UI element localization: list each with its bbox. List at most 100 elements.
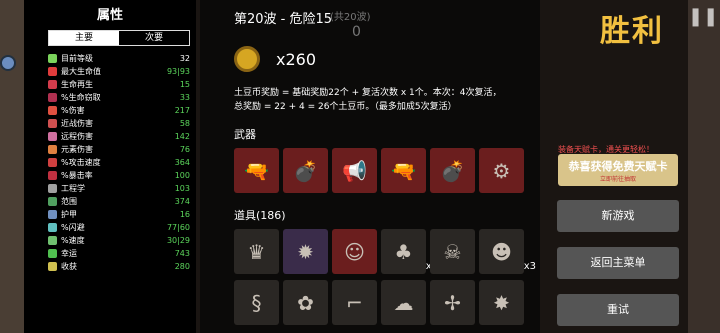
tab-primary[interactable]: 主要 [49, 31, 119, 45]
luck-icon [48, 249, 57, 258]
item-slot[interactable]: ✿ [283, 280, 328, 325]
item-count: x3 [523, 261, 536, 272]
item-slot[interactable]: ♣x6 [381, 229, 438, 274]
tab-secondary[interactable]: 次要 [119, 31, 189, 45]
stat-label: 近战伤害 [61, 119, 93, 128]
rocket-launcher-icon: 💣 [440, 158, 465, 183]
promo-button-sublabel: 立即前往抽取 [599, 176, 636, 183]
stat-row: 生命再生 15 [24, 78, 196, 91]
stat-value: 280 [174, 262, 190, 271]
item-slot[interactable]: § [234, 280, 279, 325]
stat-label: %闪避 [61, 223, 85, 232]
item-slot[interactable]: ☠ [430, 229, 475, 274]
ghost-icon: ☁ [393, 290, 414, 315]
stat-label: 幸运 [61, 249, 77, 258]
elemental-icon [48, 145, 57, 154]
stat-value: 33 [179, 93, 190, 102]
main-menu-button[interactable]: 返回主菜单 [557, 247, 679, 279]
weapon-slot[interactable]: ⚙ [479, 148, 524, 193]
stat-label: 生命再生 [61, 80, 93, 89]
item-slot[interactable]: ☻ x3 [479, 229, 536, 274]
potato-coin-icon [234, 46, 260, 72]
crit-icon [48, 171, 57, 180]
stat-row: 收获 280 [24, 260, 196, 273]
background-right [688, 0, 720, 333]
stat-row: %生命窃取 33 [24, 91, 196, 104]
coin-reward: x260 [234, 44, 540, 74]
item-slot[interactable]: ✹ [283, 229, 328, 274]
stat-value: 32 [179, 54, 190, 63]
weapon-slot[interactable]: 📢 [332, 148, 377, 193]
megaphone-icon: 📢 [342, 158, 367, 183]
item-slot[interactable]: ✸ [479, 280, 524, 325]
snake-icon: § [251, 290, 262, 315]
stat-value: 217 [174, 106, 190, 115]
stat-label: %速度 [61, 236, 85, 245]
stat-label: 最大生命值 [61, 67, 101, 76]
lifesteal-icon [48, 93, 57, 102]
stat-label: 收获 [61, 262, 77, 271]
stats-panel: 属性 主要 次要 目前等级 32 最大生命值 93|93 生命再生 15 %生命窃取 33 %伤… [24, 0, 196, 333]
item-slot[interactable]: ♛ [234, 229, 279, 274]
range-icon [48, 197, 57, 206]
results-panel: 第20波 - 危险15 x260 土豆币奖励 = 基础奖励22个 + 复活次数 … [200, 0, 540, 333]
weapon-slot[interactable]: 🔫 [234, 148, 279, 193]
free-talent-card-button[interactable]: 恭喜获得免费天赋卡 立即前往抽取 [558, 154, 678, 186]
item-slot[interactable]: ☁ [381, 280, 426, 325]
reward-line-1: 土豆币奖励 = 基础奖励22个 + 复活次数 x 1个。本次：4次复活， [234, 88, 502, 98]
ghost-mask-icon: ☠ [443, 239, 462, 264]
stat-label: %生命窃取 [61, 93, 101, 102]
stat-row: 幸运 743 [24, 247, 196, 260]
stats-title: 属性 [96, 8, 123, 23]
weapon-slot[interactable]: 💣 [430, 148, 475, 193]
item-slot[interactable]: ✢ [430, 280, 475, 325]
blaster-icon: 🔫 [391, 158, 416, 183]
stat-value: 30|29 [166, 236, 190, 245]
stat-row: 目前等级 32 [24, 52, 196, 65]
stat-row: 近战伤害 58 [24, 117, 196, 130]
stat-row: %速度 30|29 [24, 234, 196, 247]
stat-label: 目前等级 [61, 54, 93, 63]
stat-value: 15 [179, 80, 190, 89]
weapon-slot[interactable]: 💣 [283, 148, 328, 193]
stat-value: 77|60 [166, 223, 190, 232]
clown-face-icon: ☺ [344, 239, 365, 264]
ranged-icon [48, 132, 57, 141]
stat-label: 远程伤害 [61, 132, 93, 141]
stat-value: 100 [174, 171, 190, 180]
stat-row: 工程学 103 [24, 182, 196, 195]
melee-icon [48, 119, 57, 128]
pause-icon[interactable]: ❚❚ [688, 6, 718, 27]
pipe-icon: ⌐ [346, 290, 363, 315]
stat-label: 工程学 [61, 184, 85, 193]
promo-button-label: 恭喜获得免费天赋卡 [568, 160, 668, 173]
stat-label: %攻击速度 [61, 158, 101, 167]
items-title: 道具(186) [234, 209, 286, 222]
damage-icon [48, 106, 57, 115]
stats-tabs: 主要 次要 [48, 30, 190, 46]
attack-speed-icon [48, 158, 57, 167]
bee-icon: ✿ [297, 290, 314, 315]
crown-item-icon: ♛ [247, 239, 266, 264]
regen-icon [48, 80, 57, 89]
stat-list: 目前等级 32 最大生命值 93|93 生命再生 15 %生命窃取 33 %伤害 217 近战伤害 5… [24, 52, 196, 273]
spiked-ball-icon: ✹ [297, 239, 314, 264]
weapon-slot[interactable]: 🔫 [381, 148, 426, 193]
stat-label: %暴击率 [61, 171, 93, 180]
stat-row: %闪避 77|60 [24, 221, 196, 234]
reward-description: 土豆币奖励 = 基础奖励22个 + 复活次数 x 1个。本次：4次复活， 总奖励… [234, 86, 534, 114]
retry-button[interactable]: 重试 [557, 294, 679, 326]
gun-icon: 🔫 [244, 158, 269, 183]
stat-row: 范围 374 [24, 195, 196, 208]
action-panel: 胜利 装备天赋卡，通关更轻松！ 恭喜获得免费天赋卡 立即前往抽取 新游戏 返回主… [540, 0, 688, 333]
stat-value: 58 [179, 119, 190, 128]
stat-label: 护甲 [61, 210, 77, 219]
minigun-icon: ⚙ [492, 158, 511, 183]
item-slot[interactable]: ☺ [332, 229, 377, 274]
stat-value: 103 [174, 184, 190, 193]
stat-value: 364 [174, 158, 190, 167]
engineering-icon [48, 184, 57, 193]
stat-value: 743 [174, 249, 190, 258]
item-slot[interactable]: ⌐ [332, 280, 377, 325]
new-game-button[interactable]: 新游戏 [557, 200, 679, 232]
